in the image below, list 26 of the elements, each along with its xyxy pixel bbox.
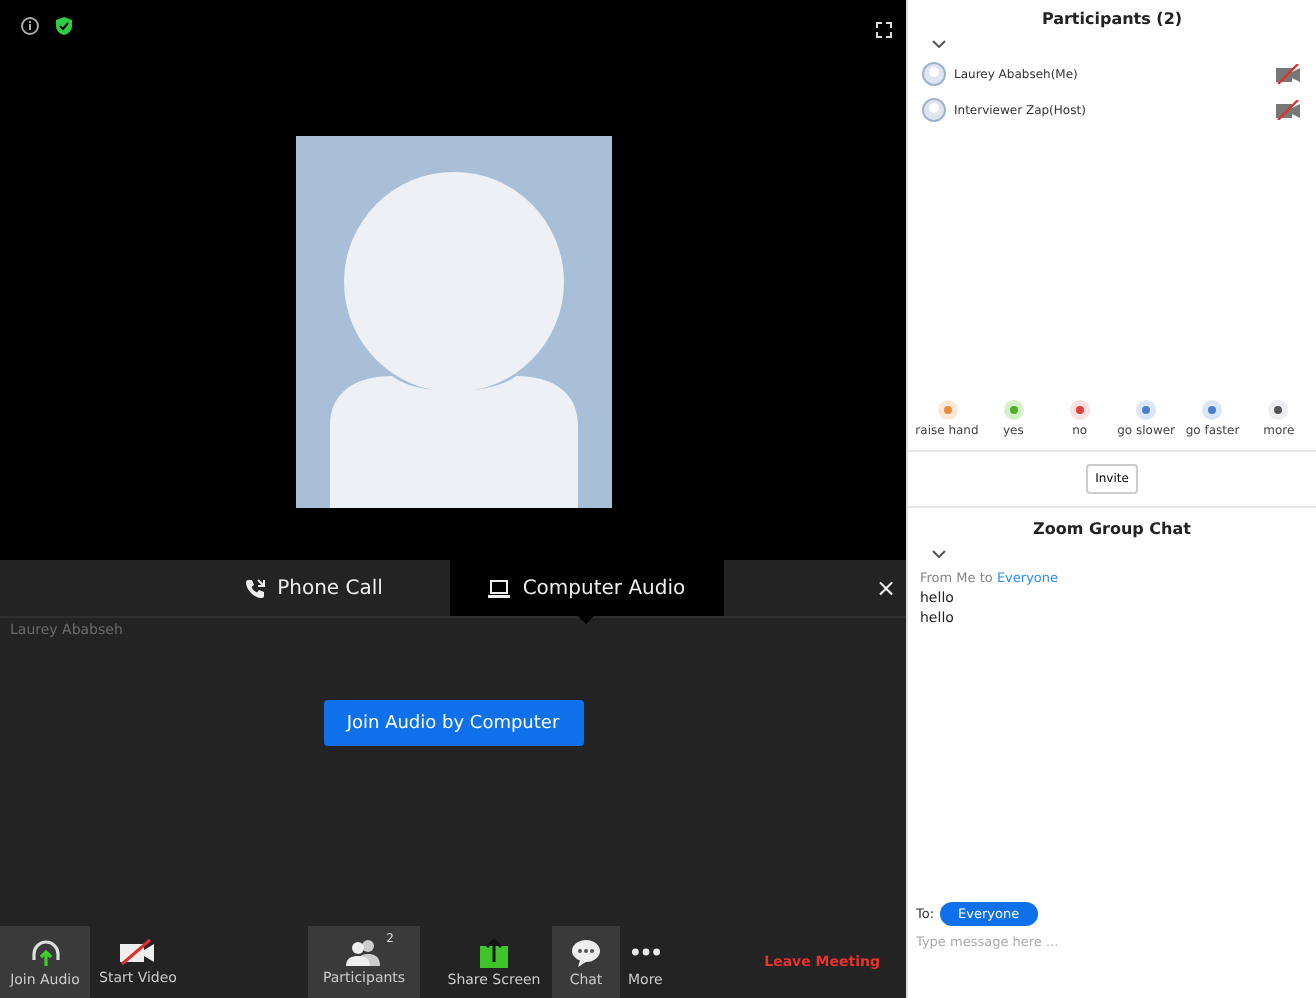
info-icon[interactable] <box>20 16 40 36</box>
join-audio-button[interactable]: Join Audio by Computer <box>323 700 583 746</box>
phone-icon <box>243 577 266 599</box>
video-off-icon <box>118 938 158 966</box>
people-icon <box>346 938 382 966</box>
reaction-icon <box>1003 400 1024 420</box>
laptop-icon <box>488 579 511 597</box>
chat-icon <box>570 937 602 967</box>
headphones-icon <box>29 937 61 967</box>
chevron-down-icon[interactable] <box>932 40 946 48</box>
avatar-icon <box>922 62 946 86</box>
more-icon <box>631 947 660 955</box>
share-screen-icon <box>478 937 510 967</box>
chat-title: Zoom Group Chat <box>1031 520 1193 538</box>
avatar-icon <box>922 98 946 122</box>
panel-title: Participants (2) <box>1039 10 1185 28</box>
reaction-icon <box>937 400 957 420</box>
reaction-icon <box>1069 400 1090 420</box>
chevron-down-icon[interactable] <box>932 550 946 558</box>
reaction-icon <box>1268 400 1289 420</box>
fullscreen-icon[interactable] <box>876 22 892 38</box>
shield-icon[interactable] <box>54 16 74 36</box>
reaction-icon <box>1136 400 1157 420</box>
audio-tab[interactable]: Phone Call <box>176 560 450 616</box>
reaction-icon <box>1202 400 1223 420</box>
close-icon[interactable]: × <box>875 574 896 602</box>
